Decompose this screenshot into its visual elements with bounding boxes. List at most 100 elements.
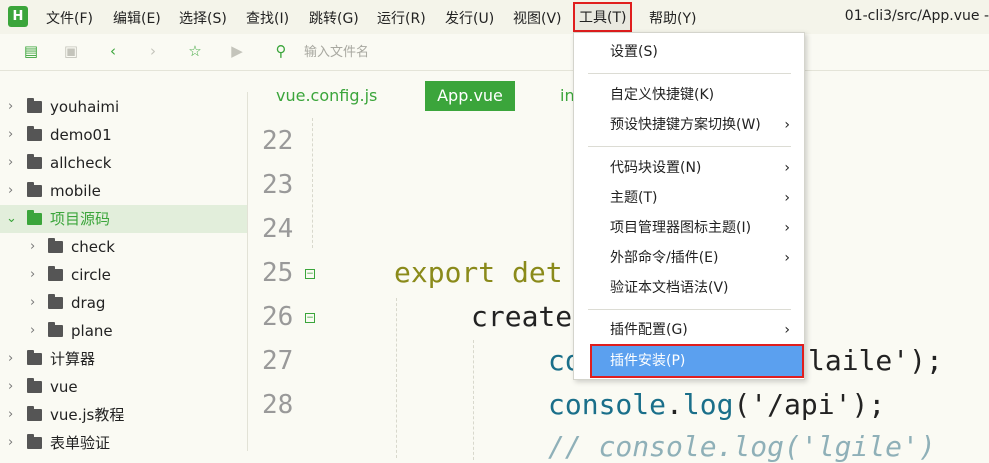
- submenu-arrow-icon: ›: [784, 117, 790, 133]
- menu-item-plugin-config[interactable]: 插件配置(G) ›: [574, 315, 804, 345]
- tree-item-label: allcheck: [50, 154, 112, 172]
- project-explorer: › youhaimi › demo01 › allcheck › mobile …: [0, 92, 248, 452]
- new-file-icon[interactable]: ▤: [22, 42, 40, 60]
- code-text: create: [471, 300, 573, 333]
- chevron-right-icon[interactable]: ›: [30, 317, 35, 345]
- tree-item-label: 表单验证: [50, 434, 111, 452]
- menu-help[interactable]: 帮助(Y): [649, 8, 696, 28]
- save-icon[interactable]: ▣: [62, 42, 80, 60]
- menu-item-plugin-install[interactable]: 插件安装(P): [590, 344, 804, 378]
- folder-icon: [27, 154, 42, 169]
- folder-icon: [27, 434, 42, 449]
- fold-toggle-icon[interactable]: −: [305, 313, 315, 323]
- tree-item-vuejs-tutorial[interactable]: › vue.js教程: [0, 401, 247, 429]
- menu-item-external-commands[interactable]: 外部命令/插件(E) ›: [574, 243, 804, 273]
- menu-goto[interactable]: 跳转(G): [309, 8, 359, 28]
- menu-item-snippet-settings[interactable]: 代码块设置(N) ›: [574, 153, 804, 183]
- tree-item-calculator[interactable]: › 计算器: [0, 345, 247, 373]
- chevron-right-icon[interactable]: ›: [8, 177, 13, 205]
- tree-item-drag[interactable]: › drag: [0, 289, 247, 317]
- back-icon[interactable]: ‹: [104, 42, 122, 60]
- star-icon[interactable]: ☆: [186, 42, 204, 60]
- chevron-right-icon[interactable]: ›: [8, 149, 13, 177]
- tree-item-label: check: [71, 238, 115, 256]
- menu-select[interactable]: 选择(S): [179, 8, 227, 28]
- chevron-right-icon[interactable]: ›: [30, 233, 35, 261]
- file-search-icon[interactable]: ⚲: [272, 42, 290, 60]
- tree-item-label: circle: [71, 266, 111, 284]
- chevron-right-icon[interactable]: ›: [8, 345, 13, 373]
- menu-view[interactable]: 视图(V): [513, 8, 562, 28]
- menu-item-custom-shortcuts[interactable]: 自定义快捷键(K): [574, 80, 804, 110]
- indent-guide: [312, 118, 313, 248]
- chevron-down-icon[interactable]: ⌄: [6, 205, 17, 233]
- menu-item-label: 设置(S): [610, 44, 658, 60]
- menu-item-label: 插件安装(P): [610, 353, 686, 369]
- chevron-right-icon[interactable]: ›: [8, 121, 13, 149]
- line-number: 22: [262, 126, 294, 156]
- code-line-25: export det: [394, 256, 563, 289]
- line-number: 23: [262, 170, 294, 200]
- tree-item-project-source[interactable]: ⌄ 项目源码: [0, 205, 247, 233]
- file-name-search-input[interactable]: [302, 41, 546, 63]
- folder-icon: [48, 266, 63, 281]
- tree-item-label: demo01: [50, 126, 112, 144]
- menu-tools[interactable]: 工具(T): [572, 2, 633, 32]
- tree-item-youhaimi[interactable]: › youhaimi: [0, 93, 247, 121]
- tree-item-circle[interactable]: › circle: [0, 261, 247, 289]
- chevron-right-icon[interactable]: ›: [30, 261, 35, 289]
- submenu-arrow-icon: ›: [784, 250, 790, 266]
- menu-item-theme[interactable]: 主题(T) ›: [574, 183, 804, 213]
- tree-item-mobile[interactable]: › mobile: [0, 177, 247, 205]
- menubar: H 文件(F) 编辑(E) 选择(S) 查找(I) 跳转(G) 运行(R) 发行…: [0, 0, 989, 34]
- chevron-right-icon[interactable]: ›: [30, 289, 35, 317]
- menu-separator: [588, 146, 791, 147]
- menu-item-settings[interactable]: 设置(S): [574, 37, 804, 67]
- tree-item-label: youhaimi: [50, 98, 120, 116]
- tree-item-vue[interactable]: › vue: [0, 373, 247, 401]
- menu-publish[interactable]: 发行(U): [445, 8, 494, 28]
- code-line-29-comment: // console.log('lgile'): [548, 430, 936, 463]
- tree-item-label: 项目源码: [50, 210, 111, 228]
- tree-item-allcheck[interactable]: › allcheck: [0, 149, 247, 177]
- window-title: 01-cli3/src/App.vue -: [844, 8, 989, 24]
- folder-icon: [48, 238, 63, 253]
- tree-item-label: plane: [71, 322, 113, 340]
- menu-item-explorer-icon-theme[interactable]: 项目管理器图标主题(I) ›: [574, 213, 804, 243]
- tree-item-label: vue: [50, 378, 78, 396]
- tree-item-demo01[interactable]: › demo01: [0, 121, 247, 149]
- indent-guide: [396, 298, 397, 458]
- menu-run[interactable]: 运行(R): [377, 8, 426, 28]
- code-function: log: [682, 388, 734, 421]
- submenu-arrow-icon: ›: [784, 190, 790, 206]
- folder-icon: [27, 98, 42, 113]
- menu-file[interactable]: 文件(F): [46, 8, 93, 28]
- menu-item-validate-syntax[interactable]: 验证本文档语法(V): [574, 273, 804, 303]
- toolbar: ▤ ▣ ‹ › ☆ ▶ ⚲: [0, 34, 989, 71]
- code-args: ('/api');: [733, 388, 886, 421]
- tab-vue-config[interactable]: vue.config.js: [264, 81, 389, 111]
- line-number: 27: [262, 346, 294, 376]
- tree-item-check[interactable]: › check: [0, 233, 247, 261]
- chevron-right-icon[interactable]: ›: [8, 373, 13, 401]
- folder-icon: [27, 126, 42, 141]
- tree-item-plane[interactable]: › plane: [0, 317, 247, 345]
- tab-app-vue[interactable]: App.vue: [425, 81, 515, 111]
- tree-item-label: vue.js教程: [50, 406, 125, 424]
- chevron-right-icon[interactable]: ›: [8, 429, 13, 457]
- tree-item-form-validation[interactable]: › 表单验证: [0, 429, 247, 457]
- forward-icon[interactable]: ›: [144, 42, 162, 60]
- code-text: det: [495, 256, 563, 289]
- chevron-right-icon[interactable]: ›: [8, 93, 13, 121]
- code-text: laile');: [808, 344, 943, 377]
- submenu-arrow-icon: ›: [784, 322, 790, 338]
- menu-item-shortcut-scheme[interactable]: 预设快捷键方案切换(W) ›: [574, 110, 804, 140]
- menu-separator: [588, 309, 791, 310]
- fold-toggle-icon[interactable]: −: [305, 269, 315, 279]
- menu-separator: [588, 73, 791, 74]
- menu-edit[interactable]: 编辑(E): [113, 8, 161, 28]
- chevron-right-icon[interactable]: ›: [8, 401, 13, 429]
- tree-item-label: drag: [71, 294, 106, 312]
- menu-find[interactable]: 查找(I): [246, 8, 289, 28]
- run-icon[interactable]: ▶: [228, 42, 246, 60]
